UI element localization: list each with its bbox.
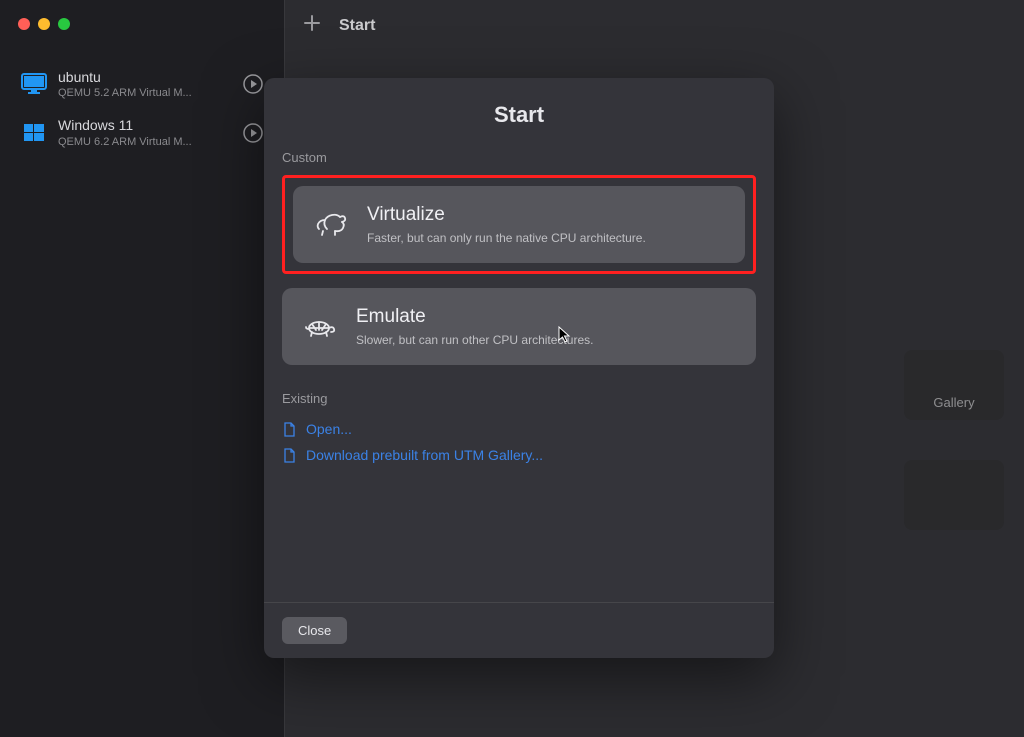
window-controls	[0, 0, 284, 40]
link-text: Open...	[306, 421, 352, 437]
add-vm-button[interactable]	[303, 14, 321, 38]
virtualize-option[interactable]: Virtualize Faster, but can only run the …	[293, 186, 745, 263]
gallery-card: Gallery	[904, 350, 1004, 420]
sidebar: ubuntu QEMU 5.2 ARM Virtual M...	[0, 0, 285, 737]
toolbar: Start	[285, 0, 1024, 52]
turtle-icon	[302, 312, 338, 342]
vm-item-ubuntu[interactable]: ubuntu QEMU 5.2 ARM Virtual M...	[10, 60, 274, 108]
option-description: Faster, but can only run the native CPU …	[367, 231, 725, 245]
vm-item-windows[interactable]: Windows 11 QEMU 6.2 ARM Virtual M...	[10, 108, 274, 156]
vm-name: Windows 11	[58, 116, 242, 134]
gallery-card-2	[904, 460, 1004, 530]
open-link[interactable]: Open...	[282, 416, 756, 442]
start-modal: Start Custom Virtualize Faster, but can …	[264, 78, 774, 658]
close-button[interactable]: Close	[282, 617, 347, 644]
existing-section-label: Existing	[282, 391, 756, 406]
play-button-icon[interactable]	[242, 122, 264, 144]
option-title: Emulate	[356, 306, 736, 328]
modal-title: Start	[264, 78, 774, 146]
toolbar-title: Start	[339, 17, 375, 35]
close-window-button[interactable]	[18, 18, 30, 30]
option-title: Virtualize	[367, 204, 725, 226]
custom-section-label: Custom	[282, 150, 756, 165]
maximize-window-button[interactable]	[58, 18, 70, 30]
minimize-window-button[interactable]	[38, 18, 50, 30]
link-text: Download prebuilt from UTM Gallery...	[306, 447, 543, 463]
vm-name: ubuntu	[58, 68, 242, 86]
option-description: Slower, but can run other CPU architectu…	[356, 333, 736, 347]
emulate-option[interactable]: Emulate Slower, but can run other CPU ar…	[282, 288, 756, 365]
vm-list: ubuntu QEMU 5.2 ARM Virtual M...	[0, 40, 284, 157]
modal-footer: Close	[264, 602, 774, 658]
document-icon	[282, 421, 296, 437]
vm-subtitle: QEMU 5.2 ARM Virtual M...	[58, 86, 242, 100]
windows-icon	[20, 121, 48, 145]
play-button-icon[interactable]	[242, 73, 264, 95]
document-icon	[282, 447, 296, 463]
rabbit-icon	[313, 210, 349, 240]
monitor-icon	[20, 72, 48, 96]
vm-subtitle: QEMU 6.2 ARM Virtual M...	[58, 135, 242, 149]
download-gallery-link[interactable]: Download prebuilt from UTM Gallery...	[282, 442, 756, 468]
highlight-annotation: Virtualize Faster, but can only run the …	[282, 175, 756, 274]
